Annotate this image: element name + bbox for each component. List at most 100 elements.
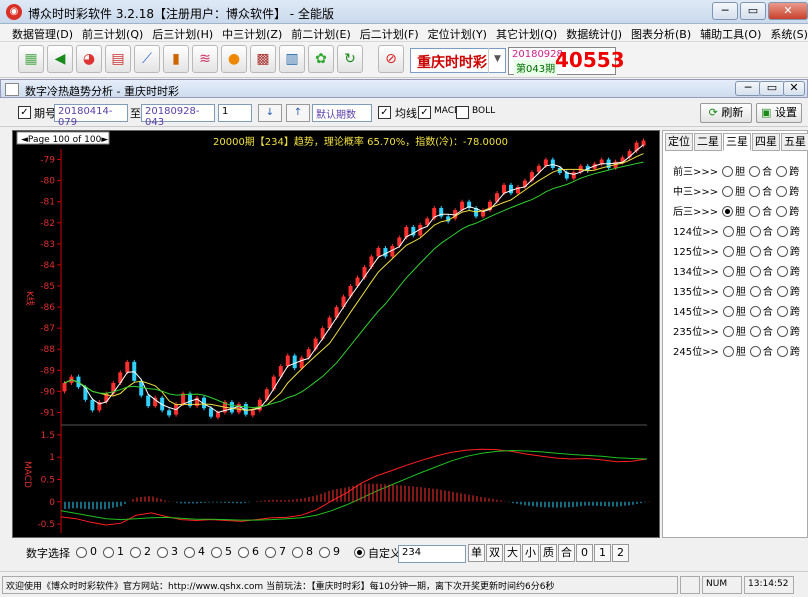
quick-button[interactable]: 2 <box>612 544 629 562</box>
ma-checkbox[interactable]: ✓ <box>378 106 391 119</box>
minimize-button[interactable]: ─ <box>712 2 738 20</box>
sub-restore-button[interactable]: ▭ <box>759 81 785 96</box>
option-radio[interactable] <box>749 166 761 177</box>
menu-item[interactable]: 数据统计(J) <box>566 26 622 42</box>
option-radio[interactable] <box>722 166 734 177</box>
option-radio[interactable] <box>776 326 788 337</box>
quick-button[interactable]: 质 <box>540 544 557 562</box>
option-radio[interactable] <box>722 286 734 297</box>
tab-4[interactable]: 五星 <box>781 133 808 151</box>
digit-radio[interactable] <box>184 547 195 558</box>
refresh-button[interactable]: ⟳ 刷新 <box>700 103 752 123</box>
option-radio[interactable] <box>776 226 788 237</box>
option-radio[interactable] <box>722 326 734 337</box>
option-radio[interactable] <box>749 266 761 277</box>
option-radio[interactable] <box>776 346 788 357</box>
mode-select[interactable]: 默认期数 <box>312 104 372 122</box>
digit-radio[interactable] <box>211 547 222 558</box>
period-checkbox[interactable]: ✓ <box>18 106 31 119</box>
gear-icon-button[interactable]: ✿ <box>308 45 334 73</box>
calculator-icon-button[interactable]: ▥ <box>279 45 305 73</box>
menu-item[interactable]: 定位计划(Y) <box>428 26 487 42</box>
option-radio[interactable] <box>776 286 788 297</box>
line-chart-icon-button[interactable]: ⟋ <box>134 45 160 73</box>
tab-1[interactable]: 二星 <box>694 133 722 151</box>
pie-icon-button[interactable]: ◕ <box>76 45 102 73</box>
close-button[interactable]: ✕ <box>768 2 808 20</box>
tab-3[interactable]: 四星 <box>752 133 780 151</box>
digit-radio[interactable] <box>157 547 168 558</box>
tab-0[interactable]: 定位 <box>665 133 693 151</box>
option-radio[interactable] <box>722 186 734 197</box>
step-field[interactable]: 1 <box>218 104 252 122</box>
digit-radio[interactable] <box>130 547 141 558</box>
digit-radio[interactable] <box>238 547 249 558</box>
option-radio[interactable] <box>749 346 761 357</box>
tab-2[interactable]: 三星 <box>723 133 751 151</box>
menu-item[interactable]: 后三计划(H) <box>152 26 213 42</box>
option-radio[interactable] <box>776 266 788 277</box>
trend-icon-button[interactable]: ≋ <box>192 45 218 73</box>
quick-button[interactable]: 0 <box>576 544 593 562</box>
option-radio[interactable] <box>776 206 788 217</box>
digit-radio[interactable] <box>292 547 303 558</box>
option-radio[interactable] <box>776 306 788 317</box>
custom-radio[interactable] <box>354 547 365 558</box>
page-label[interactable]: ◄Page 100 of 100► <box>21 135 108 145</box>
quick-button[interactable]: 双 <box>486 544 503 562</box>
matrix-icon-button[interactable]: ▩ <box>250 45 276 73</box>
up-arrow-icon[interactable]: ↑ <box>286 104 310 122</box>
bar-chart-icon-button[interactable]: ▮ <box>163 45 189 73</box>
sub-close-button[interactable]: ✕ <box>783 81 805 96</box>
option-radio[interactable] <box>776 186 788 197</box>
option-radio[interactable] <box>722 306 734 317</box>
menu-item[interactable]: 前二计划(E) <box>291 26 351 42</box>
option-radio[interactable] <box>749 326 761 337</box>
digit-radio[interactable] <box>319 547 330 558</box>
quick-button[interactable]: 大 <box>504 544 521 562</box>
macd-checkbox[interactable]: ✓ <box>418 106 431 119</box>
table-icon-button[interactable]: ▤ <box>105 45 131 73</box>
refresh-icon-button[interactable]: ↻ <box>337 45 363 73</box>
start-period-field[interactable]: 20180414-079 <box>54 104 128 128</box>
end-period-field[interactable]: 20180928-043 <box>141 104 215 128</box>
stop-icon-button[interactable]: ⊘ <box>378 45 404 73</box>
option-radio[interactable] <box>749 226 761 237</box>
sub-minimize-button[interactable]: ─ <box>735 81 761 96</box>
menu-item[interactable]: 其它计划(Q) <box>496 26 557 42</box>
option-radio[interactable] <box>722 266 734 277</box>
menu-item[interactable]: 后二计划(F) <box>360 26 419 42</box>
quick-button[interactable]: 小 <box>522 544 539 562</box>
menu-item[interactable]: 图表分析(B) <box>631 26 691 42</box>
option-radio[interactable] <box>776 246 788 257</box>
boll-checkbox[interactable] <box>456 106 469 119</box>
option-radio[interactable] <box>722 226 734 237</box>
chevron-down-icon[interactable]: ▼ <box>488 48 506 73</box>
menu-item[interactable]: 辅助工具(O) <box>700 26 761 42</box>
digit-radio[interactable] <box>76 547 87 558</box>
option-radio[interactable] <box>722 346 734 357</box>
restore-button[interactable]: ▭ <box>740 2 766 20</box>
custom-input[interactable]: 234 <box>398 545 466 563</box>
option-radio[interactable] <box>749 186 761 197</box>
alarm-icon-button[interactable]: ● <box>221 45 247 73</box>
grid-icon-button[interactable]: ▦ <box>18 45 44 73</box>
quick-button[interactable]: 合 <box>558 544 575 562</box>
menu-item[interactable]: 前三计划(Q) <box>82 26 143 42</box>
option-radio[interactable] <box>749 246 761 257</box>
menu-item[interactable]: 数据管理(D) <box>12 26 73 42</box>
quick-button[interactable]: 单 <box>468 544 485 562</box>
option-radio[interactable] <box>749 206 761 217</box>
option-radio[interactable] <box>722 246 734 257</box>
option-radio[interactable] <box>776 166 788 177</box>
option-radio[interactable] <box>749 306 761 317</box>
option-radio[interactable] <box>749 286 761 297</box>
digit-radio[interactable] <box>265 547 276 558</box>
menu-item[interactable]: 系统(S) <box>770 26 808 42</box>
digit-radio[interactable] <box>103 547 114 558</box>
settings-button[interactable]: ▣ 设置 <box>756 103 802 123</box>
down-arrow-icon[interactable]: ↓ <box>258 104 282 122</box>
back-icon-button[interactable]: ◀ <box>47 45 73 73</box>
quick-button[interactable]: 1 <box>594 544 611 562</box>
menu-item[interactable]: 中三计划(Z) <box>222 26 282 42</box>
